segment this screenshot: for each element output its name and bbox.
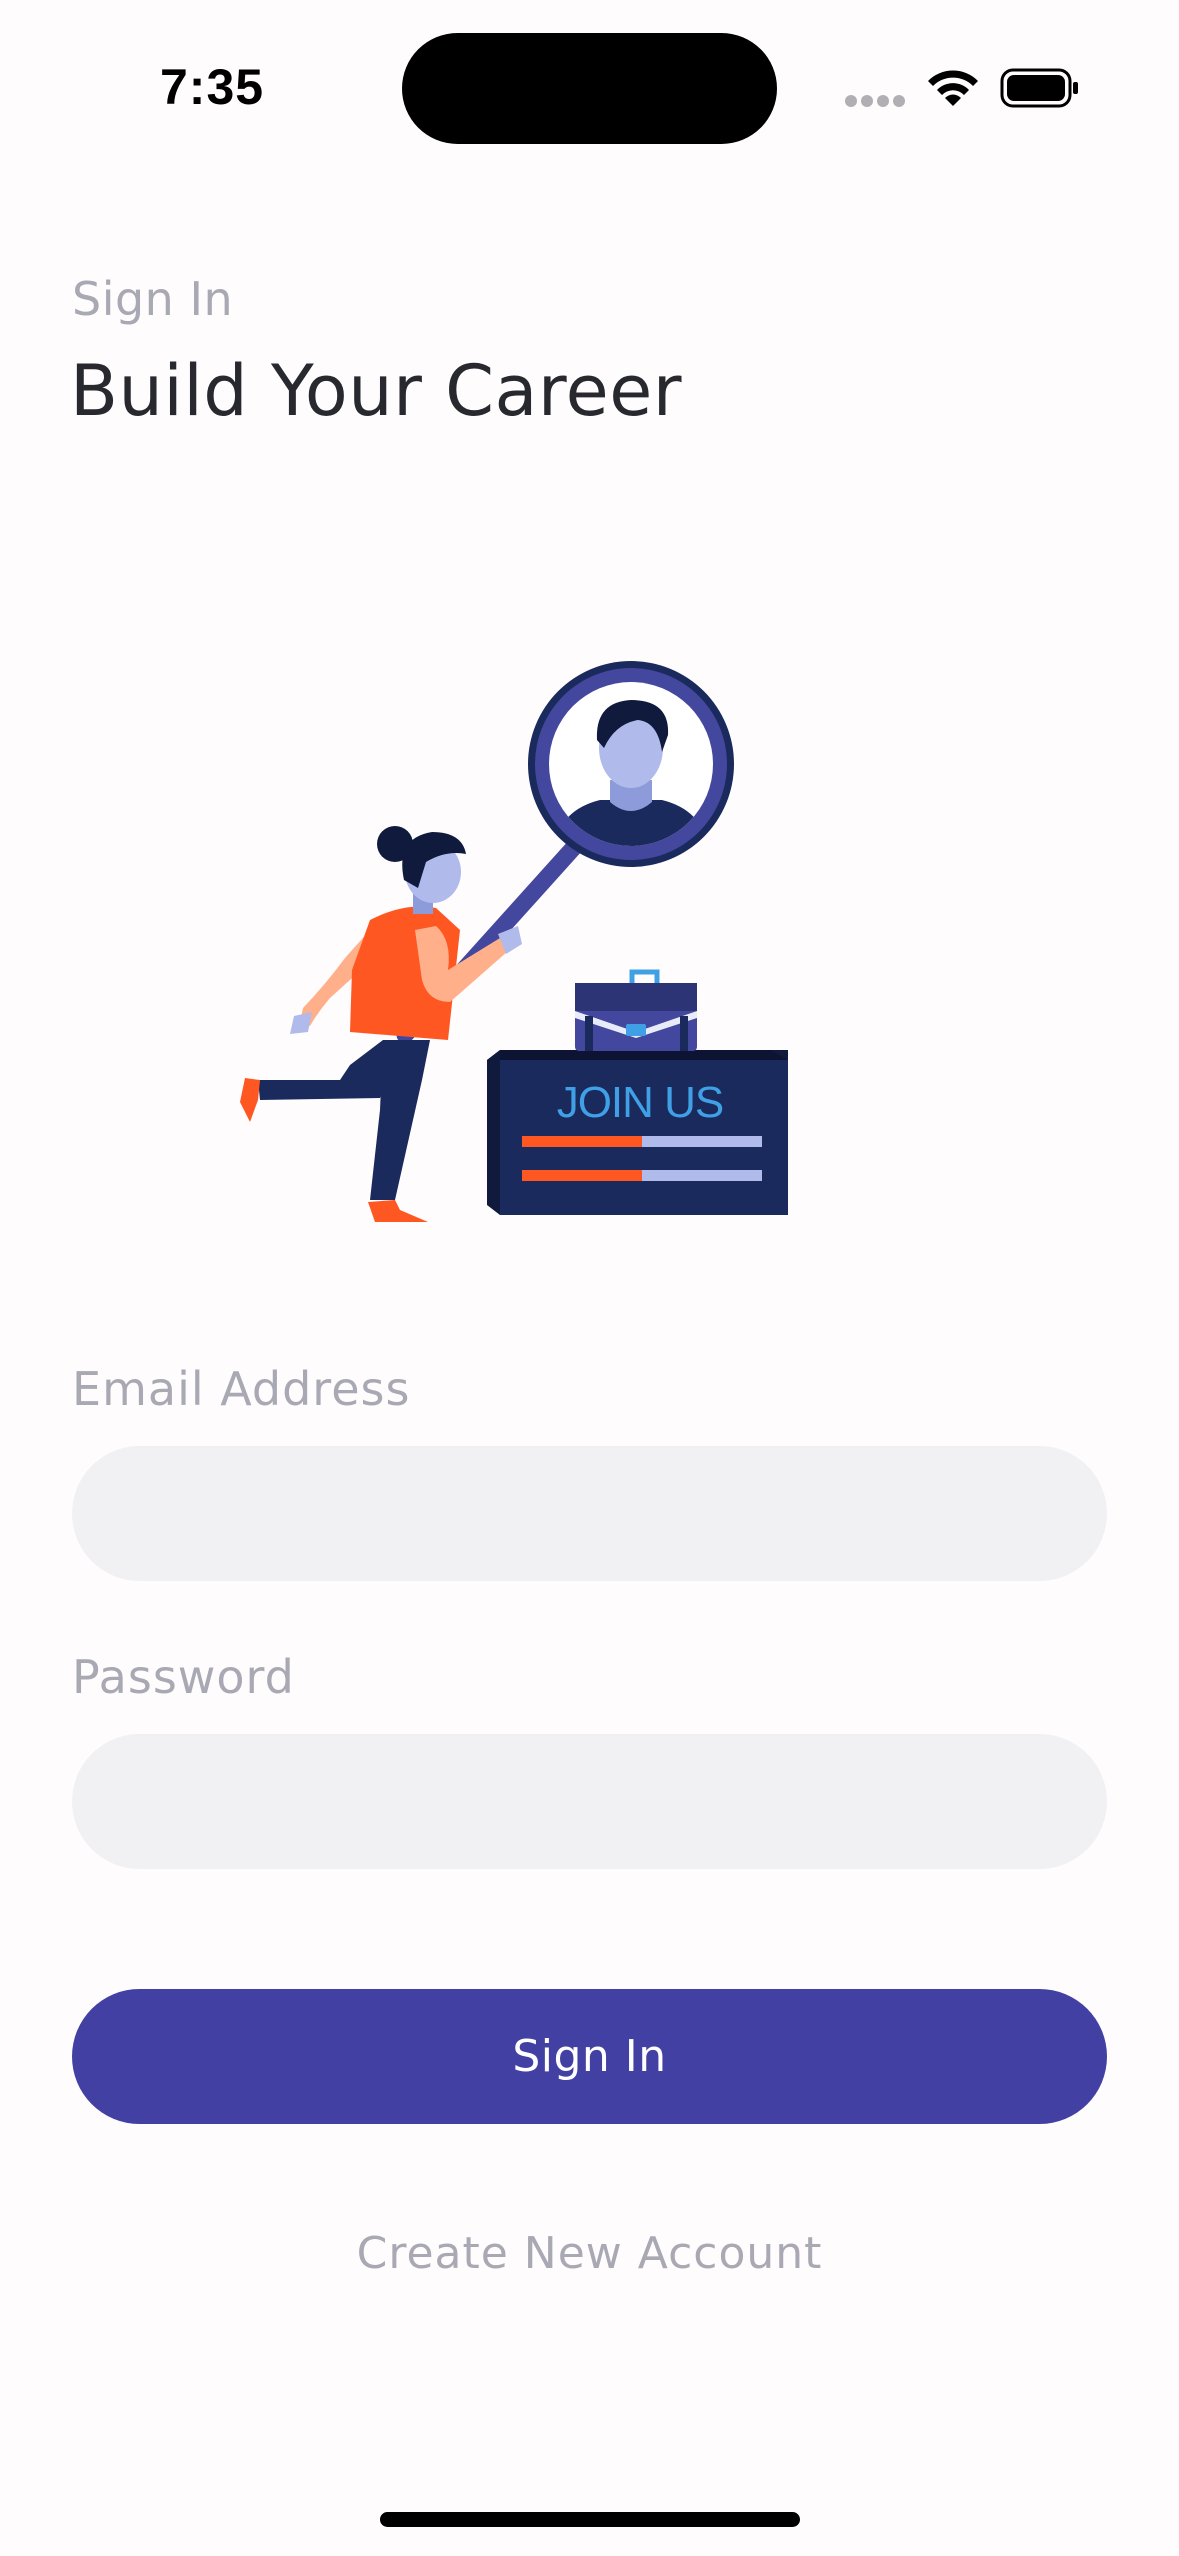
- password-input[interactable]: [72, 1734, 1107, 1869]
- dynamic-island: [402, 33, 777, 144]
- home-indicator[interactable]: [380, 2512, 800, 2527]
- battery-icon: [1000, 68, 1078, 108]
- career-illustration: JOIN US: [240, 661, 788, 1222]
- join-us-box: JOIN US: [487, 1050, 788, 1215]
- join-us-text: JOIN US: [557, 1078, 724, 1127]
- magnifier-icon: [528, 661, 734, 867]
- page-subtitle: Sign In: [72, 272, 234, 326]
- page-title: Build Your Career: [70, 350, 683, 432]
- create-account-link[interactable]: Create New Account: [0, 2228, 1179, 2279]
- briefcase-icon: [575, 969, 697, 1051]
- email-input[interactable]: [72, 1446, 1107, 1581]
- wifi-icon: [928, 70, 978, 106]
- sign-in-button[interactable]: Sign In: [72, 1989, 1107, 2124]
- status-time: 7:35: [160, 59, 265, 115]
- cellular-signal-icon: [845, 95, 905, 107]
- sign-in-screen: 7:35 Sign In Build Your Career JOIN US E…: [0, 0, 1179, 2556]
- email-label: Email Address: [72, 1362, 411, 1416]
- woman-figure: [240, 826, 522, 1222]
- password-label: Password: [72, 1650, 295, 1704]
